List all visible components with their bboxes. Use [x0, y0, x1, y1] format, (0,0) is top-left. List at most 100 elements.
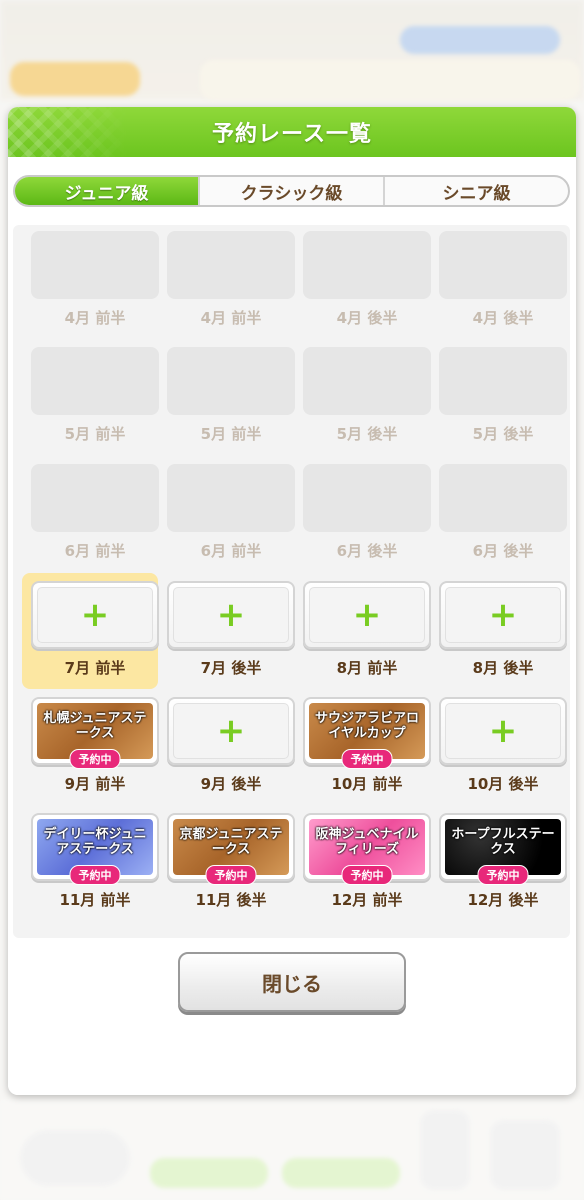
- reserved-race-card[interactable]: 札幌ジュニアステークス 予約中: [31, 697, 159, 769]
- race-slot-cell: 5月 前半: [163, 339, 299, 455]
- race-slot-empty: [303, 347, 431, 415]
- race-slot-cell[interactable]: ホープフルステークス 予約中 12月 後半: [435, 805, 571, 921]
- add-race-button[interactable]: +: [439, 581, 567, 649]
- race-slot-empty: [31, 464, 159, 532]
- tab-classic[interactable]: クラシック級: [198, 177, 383, 205]
- plus-icon: +: [352, 595, 382, 635]
- race-slot-empty: [439, 347, 567, 415]
- race-slot-cell[interactable]: 札幌ジュニアステークス 予約中 9月 前半: [27, 689, 163, 805]
- slot-period-label: 10月 後半: [467, 775, 539, 793]
- reserved-race-card[interactable]: デイリー杯ジュニアステークス 予約中: [31, 813, 159, 885]
- header-pattern: [8, 107, 128, 157]
- race-slot-cell: 4月 後半: [299, 223, 435, 339]
- reserved-race-card[interactable]: 阪神ジュベナイルフィリーズ 予約中: [303, 813, 431, 885]
- race-slot-cell: 5月 後半: [299, 339, 435, 455]
- slot-period-label: 11月 前半: [59, 891, 131, 909]
- plus-icon: +: [488, 595, 518, 635]
- grade-tabs: ジュニア級 クラシック級 シニア級: [13, 175, 570, 207]
- tab-senior[interactable]: シニア級: [383, 177, 568, 205]
- reserved-race-dialog: 予約レース一覧 ジュニア級 クラシック級 シニア級 4月 前半 4月 前半 4月 後…: [8, 107, 576, 1095]
- dialog-title: 予約レース一覧: [212, 122, 372, 147]
- race-slot-cell: 5月 前半: [27, 339, 163, 455]
- reserved-badge: 予約中: [341, 865, 393, 885]
- reserved-badge: 予約中: [69, 865, 121, 885]
- add-race-button[interactable]: +: [303, 581, 431, 649]
- race-slot-cell: 6月 前半: [163, 456, 299, 572]
- race-slot-cell[interactable]: +10月 後半: [435, 689, 571, 805]
- add-race-inner: +: [37, 587, 153, 643]
- race-slot-cell: 6月 後半: [299, 456, 435, 572]
- slot-period-label: 9月 後半: [200, 775, 262, 793]
- slot-period-label: 6月 後半: [336, 542, 398, 560]
- add-race-button[interactable]: +: [439, 697, 567, 765]
- slot-period-label: 4月 後半: [336, 309, 398, 327]
- close-button[interactable]: 閉じる: [178, 952, 406, 1012]
- reserved-badge: 予約中: [477, 865, 529, 885]
- slot-period-label: 4月 前半: [200, 309, 262, 327]
- dialog-header: 予約レース一覧: [8, 107, 576, 157]
- slot-period-label: 12月 後半: [467, 891, 539, 909]
- slot-period-label: 7月 後半: [200, 659, 262, 677]
- race-slot-cell[interactable]: サウジアラビアロイヤルカップ 予約中 10月 前半: [299, 689, 435, 805]
- race-slot-empty: [167, 464, 295, 532]
- slot-period-label: 5月 前半: [64, 425, 126, 443]
- race-slot-cell[interactable]: 阪神ジュベナイルフィリーズ 予約中 12月 前半: [299, 805, 435, 921]
- slot-period-label: 4月 後半: [472, 309, 534, 327]
- add-race-inner: +: [309, 587, 425, 643]
- plus-icon: +: [488, 711, 518, 751]
- add-race-button[interactable]: +: [167, 697, 295, 765]
- slot-period-label: 4月 前半: [64, 309, 126, 327]
- race-slot-empty: [167, 347, 295, 415]
- reserved-race-card[interactable]: サウジアラビアロイヤルカップ 予約中: [303, 697, 431, 769]
- slot-period-label: 5月 後半: [472, 425, 534, 443]
- reserved-badge: 予約中: [205, 865, 257, 885]
- slot-period-label: 5月 前半: [200, 425, 262, 443]
- race-slot-cell[interactable]: 京都ジュニアステークス 予約中 11月 後半: [163, 805, 299, 921]
- race-slot-cell[interactable]: デイリー杯ジュニアステークス 予約中 11月 前半: [27, 805, 163, 921]
- slot-period-label: 6月 後半: [472, 542, 534, 560]
- slot-period-label: 11月 後半: [195, 891, 267, 909]
- plus-icon: +: [216, 711, 246, 751]
- race-slot-empty: [439, 231, 567, 299]
- tab-junior[interactable]: ジュニア級: [15, 177, 198, 205]
- race-slot-cell: 5月 後半: [435, 339, 571, 455]
- race-slot-empty: [31, 347, 159, 415]
- reserved-badge: 予約中: [341, 749, 393, 769]
- add-race-inner: +: [173, 587, 289, 643]
- slot-period-label: 12月 前半: [331, 891, 403, 909]
- slot-period-label: 10月 前半: [331, 775, 403, 793]
- slot-period-label: 5月 後半: [336, 425, 398, 443]
- race-slot-empty: [167, 231, 295, 299]
- add-race-inner: +: [173, 703, 289, 759]
- race-slot-empty: [303, 231, 431, 299]
- plus-icon: +: [80, 595, 110, 635]
- reserved-race-card[interactable]: 京都ジュニアステークス 予約中: [167, 813, 295, 885]
- race-slot-grid: 4月 前半 4月 前半 4月 後半 4月 後半 5月 前半 5月 前半 5月 後半 5月 後半…: [13, 225, 570, 938]
- race-slot-empty: [31, 231, 159, 299]
- race-slot-empty: [303, 464, 431, 532]
- race-slot-empty: [439, 464, 567, 532]
- slot-period-label: 8月 後半: [472, 659, 534, 677]
- race-slot-cell[interactable]: +9月 後半: [163, 689, 299, 805]
- race-slot-cell[interactable]: +7月 後半: [163, 573, 299, 689]
- race-slot-cell[interactable]: +8月 後半: [435, 573, 571, 689]
- reserved-badge: 予約中: [69, 749, 121, 769]
- race-slot-cell[interactable]: +8月 前半: [299, 573, 435, 689]
- add-race-inner: +: [445, 703, 561, 759]
- race-slot-cell: 6月 後半: [435, 456, 571, 572]
- slot-period-label: 8月 前半: [336, 659, 398, 677]
- reserved-race-card[interactable]: ホープフルステークス 予約中: [439, 813, 567, 885]
- race-slot-cell[interactable]: +7月 前半: [22, 573, 163, 689]
- race-slot-cell: 4月 後半: [435, 223, 571, 339]
- race-slot-cell: 4月 前半: [163, 223, 299, 339]
- slot-period-label: 6月 前半: [64, 542, 126, 560]
- slot-period-label: 6月 前半: [200, 542, 262, 560]
- dialog-body: ジュニア級 クラシック級 シニア級 4月 前半 4月 前半 4月 後半 4月 後半 5月…: [8, 157, 576, 1095]
- add-race-inner: +: [445, 587, 561, 643]
- race-slot-cell: 6月 前半: [27, 456, 163, 572]
- plus-icon: +: [216, 595, 246, 635]
- race-slot-cell: 4月 前半: [27, 223, 163, 339]
- slot-period-label: 9月 前半: [64, 775, 126, 793]
- add-race-button[interactable]: +: [31, 581, 159, 649]
- add-race-button[interactable]: +: [167, 581, 295, 649]
